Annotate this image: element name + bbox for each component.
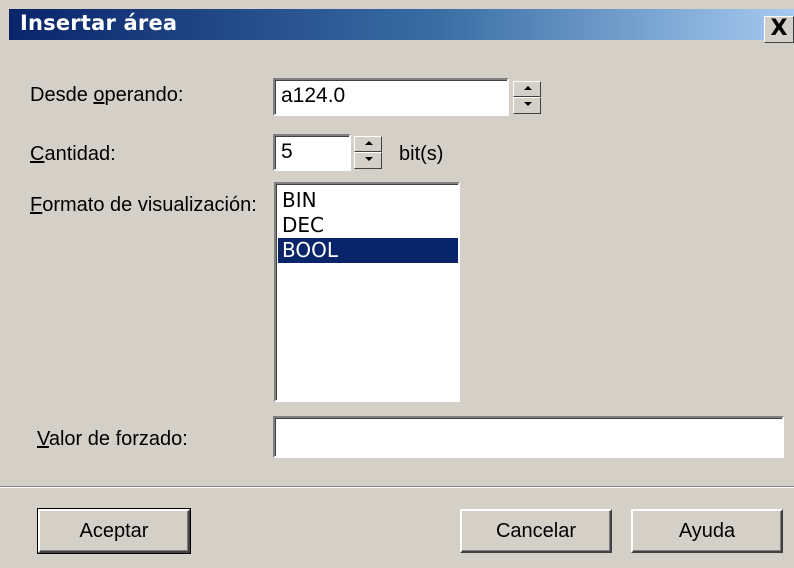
list-item[interactable]: DEC <box>278 213 458 238</box>
spin-up-icon[interactable] <box>513 81 541 97</box>
cantidad-unit: bit(s) <box>399 143 444 165</box>
cantidad-spinner[interactable] <box>354 136 382 169</box>
cantidad-label: Cantidad: <box>30 143 116 165</box>
help-button[interactable]: Ayuda <box>631 509 783 553</box>
list-item[interactable]: BIN <box>278 188 458 213</box>
valor-forzado-input[interactable] <box>273 416 784 458</box>
formato-label: Formato de visualización: <box>30 194 257 216</box>
separator <box>0 486 794 488</box>
close-button[interactable]: X <box>764 16 794 43</box>
cancel-button[interactable]: Cancelar <box>460 509 612 553</box>
spin-down-icon[interactable] <box>354 152 382 169</box>
spin-down-icon[interactable] <box>513 97 541 114</box>
desde-operando-input[interactable]: a124.0 <box>273 78 509 116</box>
desde-operando-label: Desde operando: <box>30 84 184 106</box>
cantidad-input[interactable]: 5 <box>273 134 351 171</box>
spin-up-icon[interactable] <box>354 136 382 152</box>
window-title: Insertar área <box>20 11 178 35</box>
valor-forzado-label: Valor de forzado: <box>37 428 188 450</box>
title-bar[interactable]: Insertar área X <box>0 0 794 43</box>
list-item-selected[interactable]: BOOL <box>278 238 458 263</box>
desde-operando-spinner[interactable] <box>513 81 541 114</box>
accept-button[interactable]: Aceptar <box>37 508 191 554</box>
formato-listbox[interactable]: BIN DEC BOOL <box>274 182 460 402</box>
close-icon: X <box>770 16 788 41</box>
